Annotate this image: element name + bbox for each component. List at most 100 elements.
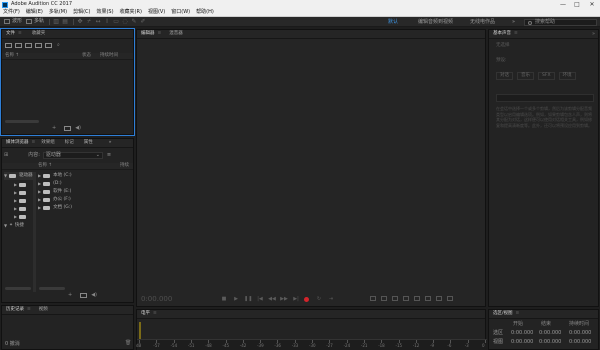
import-file-icon[interactable] xyxy=(15,42,22,48)
workspace-edit-audio-video[interactable]: 编辑音频到视频 xyxy=(418,17,453,27)
insert-multitrack-icon[interactable] xyxy=(35,42,42,48)
column-name[interactable]: 名称 ↑ xyxy=(38,163,52,169)
spectral-frequency-icon[interactable]: ▥ xyxy=(53,18,59,25)
tab-mixer[interactable]: 混音器 xyxy=(169,31,183,37)
goto-start-icon[interactable]: |◀ xyxy=(256,296,264,302)
tab-history[interactable]: 历史记录 ≡ xyxy=(6,307,31,313)
type-ambience-button[interactable]: 环境 xyxy=(558,71,576,81)
insert-icon[interactable] xyxy=(64,126,72,131)
zoom-out-point-icon[interactable] xyxy=(436,296,442,301)
list-item[interactable]: ▶ 软件 (E:) xyxy=(38,188,133,196)
menu-effects[interactable]: 效果(S) xyxy=(96,10,113,15)
loop-icon[interactable]: ↻ xyxy=(315,296,323,302)
content-dropdown[interactable]: 驱动器 ⌄ xyxy=(42,151,103,159)
minimize-button[interactable]: — xyxy=(556,0,570,9)
tree-drive[interactable]: ▶ xyxy=(4,197,34,205)
lasso-tool-icon[interactable]: ◌ xyxy=(122,18,128,25)
razor-tool-icon[interactable]: ⌿ xyxy=(86,18,92,25)
workspace-more-button[interactable]: » xyxy=(512,17,515,27)
tab-editor[interactable]: 编辑器 ≡ xyxy=(141,31,161,37)
list-item[interactable]: ▶ 办公 (F:) xyxy=(38,196,133,204)
menu-edit[interactable]: 编辑(E) xyxy=(26,10,43,15)
slip-tool-icon[interactable]: ↔ xyxy=(95,18,101,25)
zoom-in-time-icon[interactable] xyxy=(392,296,398,301)
content-options-icon[interactable]: ≡ xyxy=(107,152,111,158)
tree-scrollbar[interactable] xyxy=(5,287,31,290)
type-music-button[interactable]: 音乐 xyxy=(517,71,534,81)
open-file-icon[interactable] xyxy=(5,42,12,48)
spectral-pitch-icon[interactable]: ▤ xyxy=(62,18,68,25)
add-icon[interactable]: + xyxy=(52,126,56,131)
tree-splitter[interactable] xyxy=(33,172,36,292)
column-status[interactable]: 状态 xyxy=(82,53,91,59)
column-duration[interactable]: 持续时间 xyxy=(100,53,118,59)
list-scrollbar[interactable] xyxy=(39,287,65,290)
brush-tool-icon[interactable]: ✎ xyxy=(131,18,137,25)
more-tabs-icon[interactable]: » xyxy=(109,140,112,146)
close-button[interactable]: ✕ xyxy=(585,0,599,9)
tab-effects-rack[interactable]: 效果组 xyxy=(41,140,55,146)
selection-start[interactable]: 0:00.000 xyxy=(511,331,533,336)
list-item[interactable]: ▶ 本地 (C:) xyxy=(38,172,133,180)
list-item[interactable]: ▶ 文档 (G:) xyxy=(38,204,133,212)
workspace-default[interactable]: 默认 xyxy=(388,17,398,27)
close-file-icon[interactable] xyxy=(45,42,52,48)
insert-icon[interactable] xyxy=(80,293,88,298)
goto-end-icon[interactable]: ▶| xyxy=(292,296,300,302)
zoom-selection-icon[interactable] xyxy=(447,296,453,301)
menu-clip[interactable]: 剪辑(C) xyxy=(73,10,90,15)
new-file-icon[interactable] xyxy=(25,42,32,48)
menu-view[interactable]: 视图(V) xyxy=(148,10,165,15)
files-scrollbar[interactable] xyxy=(5,120,39,123)
help-search-field[interactable]: 搜索帮助 xyxy=(524,19,597,26)
zoom-in-point-icon[interactable] xyxy=(425,296,431,301)
menu-file[interactable]: 文件(F) xyxy=(3,10,20,15)
type-sfx-button[interactable]: SFX xyxy=(538,71,555,81)
panel-menu-icon[interactable]: ≡ xyxy=(153,311,157,316)
multitrack-view-button[interactable]: 多轨 xyxy=(26,19,44,24)
stop-icon[interactable]: ■ xyxy=(220,296,228,302)
tab-video[interactable]: 视频 xyxy=(39,307,48,313)
menu-favorites[interactable]: 收藏夹(R) xyxy=(120,10,142,15)
workspace-radio[interactable]: 无线电作品 xyxy=(470,17,495,27)
add-icon[interactable]: + xyxy=(68,293,72,298)
waveform-view-button[interactable]: 波形 xyxy=(4,19,22,24)
play-icon[interactable]: ▶ xyxy=(232,296,240,302)
record-button[interactable] xyxy=(304,296,309,302)
skip-selection-icon[interactable]: ⇥ xyxy=(327,296,335,302)
tree-item-drives[interactable]: ▼ 驱动器 xyxy=(4,172,34,180)
tab-essential-sound[interactable]: 基本声音 ≡ xyxy=(493,31,518,37)
menu-window[interactable]: 窗口(W) xyxy=(171,10,190,15)
panel-menu-icon[interactable]: ≡ xyxy=(516,311,520,316)
autoplay-icon[interactable]: ◀) xyxy=(75,126,81,131)
fast-forward-icon[interactable]: ▶▶ xyxy=(280,296,288,302)
panel-menu-icon[interactable]: ≡ xyxy=(18,31,22,36)
tab-files[interactable]: 文件 ≡ xyxy=(6,31,22,37)
selection-end[interactable]: 0:00.000 xyxy=(539,331,561,336)
column-duration[interactable]: 持续 xyxy=(120,163,129,169)
selection-duration[interactable]: 0:00.000 xyxy=(569,331,591,336)
zoom-out-amplitude-icon[interactable] xyxy=(381,296,387,301)
menu-help[interactable]: 帮助(H) xyxy=(196,10,214,15)
more-tabs-icon[interactable]: » xyxy=(592,31,595,37)
marquee-tool-icon[interactable]: ▭ xyxy=(113,18,119,25)
panel-menu-icon[interactable]: ≡ xyxy=(514,31,518,36)
view-end[interactable]: 0:00.000 xyxy=(539,340,561,345)
tree-drive[interactable]: ▶ xyxy=(4,213,34,221)
file-search-icon[interactable]: ⌕ xyxy=(57,42,60,48)
autoplay-icon[interactable]: ◀) xyxy=(91,293,97,298)
zoom-in-amplitude-icon[interactable] xyxy=(370,296,376,301)
tab-markers[interactable]: 标记 xyxy=(65,140,74,146)
tab-favorites[interactable]: 收藏夹 xyxy=(32,31,46,37)
delete-icon[interactable]: 🗑 xyxy=(125,341,131,346)
column-name[interactable]: 名称 ↑ xyxy=(5,53,19,59)
tab-media-browser[interactable]: 媒体浏览器 ≡ xyxy=(6,140,35,146)
tree-drive[interactable]: ▶ xyxy=(4,181,34,189)
tree-drive[interactable]: ▶ xyxy=(4,205,34,213)
list-item[interactable]: ▶ (D:) xyxy=(38,180,133,188)
panel-menu-icon[interactable]: ≡ xyxy=(27,307,31,312)
tree-drive[interactable]: ▶ xyxy=(4,189,34,197)
pause-icon[interactable]: ❚❚ xyxy=(244,296,252,302)
maximize-button[interactable]: □ xyxy=(570,0,584,9)
rewind-icon[interactable]: ◀◀ xyxy=(268,296,276,302)
